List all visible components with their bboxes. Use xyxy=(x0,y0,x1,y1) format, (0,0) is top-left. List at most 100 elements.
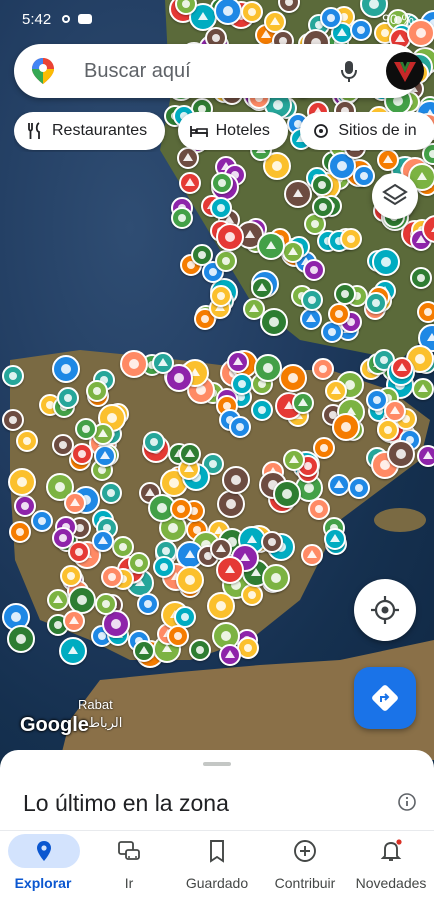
place-pin[interactable] xyxy=(120,350,148,378)
place-pin[interactable] xyxy=(348,477,370,499)
place-pin[interactable] xyxy=(340,228,362,250)
place-pin[interactable] xyxy=(391,357,413,379)
place-pin[interactable] xyxy=(211,172,233,194)
commute-icon xyxy=(116,838,142,864)
place-pin[interactable] xyxy=(312,196,334,218)
directions-button[interactable] xyxy=(354,667,416,729)
place-pin[interactable] xyxy=(47,589,69,611)
place-pin[interactable] xyxy=(128,552,150,574)
place-pin[interactable] xyxy=(292,392,314,414)
place-pin[interactable] xyxy=(8,468,36,496)
place-pin[interactable] xyxy=(52,355,80,383)
place-pin[interactable] xyxy=(59,637,87,665)
layers-icon xyxy=(372,173,418,219)
layers-button[interactable] xyxy=(372,173,418,219)
place-pin[interactable] xyxy=(60,565,82,587)
nav-label: Ir xyxy=(86,875,172,891)
place-pin[interactable] xyxy=(176,566,204,594)
youtube-notification-icon xyxy=(78,14,92,24)
place-pin[interactable] xyxy=(308,498,330,520)
nav-novedades[interactable]: Novedades xyxy=(348,831,434,901)
place-pin[interactable] xyxy=(261,531,283,553)
search-input[interactable]: Buscar aquí xyxy=(84,60,191,83)
place-pin[interactable] xyxy=(133,640,155,662)
place-pin[interactable] xyxy=(328,303,350,325)
place-pin[interactable] xyxy=(365,292,387,314)
place-pin[interactable] xyxy=(170,498,192,520)
bell-icon xyxy=(378,838,404,864)
notification-dot-icon xyxy=(62,15,70,23)
place-pin[interactable] xyxy=(215,250,237,272)
place-pin[interactable] xyxy=(417,301,434,323)
sheet-drag-handle[interactable] xyxy=(203,762,231,766)
my-location-button[interactable] xyxy=(354,579,416,641)
nav-contribuir[interactable]: Contribuir xyxy=(262,831,348,901)
place-pin[interactable] xyxy=(63,610,85,632)
place-pin[interactable] xyxy=(372,248,400,276)
sheet-title: Lo último en la zona xyxy=(23,790,229,817)
place-pin[interactable] xyxy=(189,639,211,661)
city-label-rabat-ar: الرباط xyxy=(88,715,122,731)
chip-hoteles[interactable]: Hoteles xyxy=(178,112,288,150)
place-pin[interactable] xyxy=(2,409,24,431)
place-pin[interactable] xyxy=(137,593,159,615)
nav-guardado[interactable]: Guardado xyxy=(172,831,262,901)
nav-label: Guardado xyxy=(172,875,262,891)
place-pin[interactable] xyxy=(324,528,346,550)
landmark-icon xyxy=(312,122,330,140)
place-pin[interactable] xyxy=(2,365,24,387)
place-pin[interactable] xyxy=(100,482,122,504)
bookmark-icon xyxy=(204,838,230,864)
place-pin[interactable] xyxy=(332,413,360,441)
google-watermark: Google xyxy=(20,714,89,737)
add-circle-icon xyxy=(292,838,318,864)
place-pin[interactable] xyxy=(312,358,334,380)
nav-ir[interactable]: Ir xyxy=(86,831,172,901)
place-pin[interactable] xyxy=(254,354,282,382)
chip-sitios[interactable]: Sitios de in xyxy=(300,112,434,150)
place-pin[interactable] xyxy=(328,474,350,496)
my-location-icon xyxy=(354,579,416,641)
place-pin[interactable] xyxy=(417,445,434,467)
place-pin[interactable] xyxy=(167,625,189,647)
place-pin[interactable] xyxy=(222,466,250,494)
place-pin[interactable] xyxy=(251,277,273,299)
place-pin[interactable] xyxy=(207,592,235,620)
place-pin[interactable] xyxy=(377,149,399,171)
place-pin[interactable] xyxy=(171,207,193,229)
place-pin[interactable] xyxy=(92,530,114,552)
bed-icon xyxy=(190,122,208,140)
place-pin[interactable] xyxy=(210,285,232,307)
place-pin[interactable] xyxy=(301,289,323,311)
bottom-navigation: Explorar Ir Guardado Contribuir Novedade… xyxy=(0,830,434,901)
place-pin[interactable] xyxy=(412,378,434,400)
place-pin[interactable] xyxy=(410,267,432,289)
place-pin[interactable] xyxy=(301,544,323,566)
place-pin[interactable] xyxy=(152,352,174,374)
category-chips: Restaurantes Hoteles Sitios de in xyxy=(14,112,434,152)
fork-knife-icon xyxy=(26,122,44,140)
place-pin[interactable] xyxy=(273,480,301,508)
place-pin[interactable] xyxy=(95,593,117,615)
status-bar: 5:42 90 % xyxy=(0,0,434,38)
bottom-sheet[interactable]: Lo último en la zona xyxy=(0,750,434,830)
nav-label: Novedades xyxy=(348,875,434,891)
place-pin[interactable] xyxy=(52,527,74,549)
place-pin[interactable] xyxy=(216,223,244,251)
search-bar[interactable]: Buscar aquí xyxy=(14,44,420,98)
chip-restaurantes[interactable]: Restaurantes xyxy=(14,112,165,150)
mic-icon[interactable] xyxy=(336,58,362,84)
place-pin[interactable] xyxy=(64,492,86,514)
info-icon[interactable] xyxy=(397,792,417,812)
place-pin[interactable] xyxy=(216,556,244,584)
place-pin[interactable] xyxy=(143,431,165,453)
account-avatar[interactable] xyxy=(386,52,424,90)
place-pin[interactable] xyxy=(300,308,322,330)
place-pin[interactable] xyxy=(94,445,116,467)
place-pin[interactable] xyxy=(179,172,201,194)
place-pin[interactable] xyxy=(229,416,251,438)
place-pin[interactable] xyxy=(241,584,263,606)
place-pin[interactable] xyxy=(279,364,307,392)
nav-explorar[interactable]: Explorar xyxy=(0,831,86,901)
status-time: 5:42 xyxy=(22,11,51,28)
